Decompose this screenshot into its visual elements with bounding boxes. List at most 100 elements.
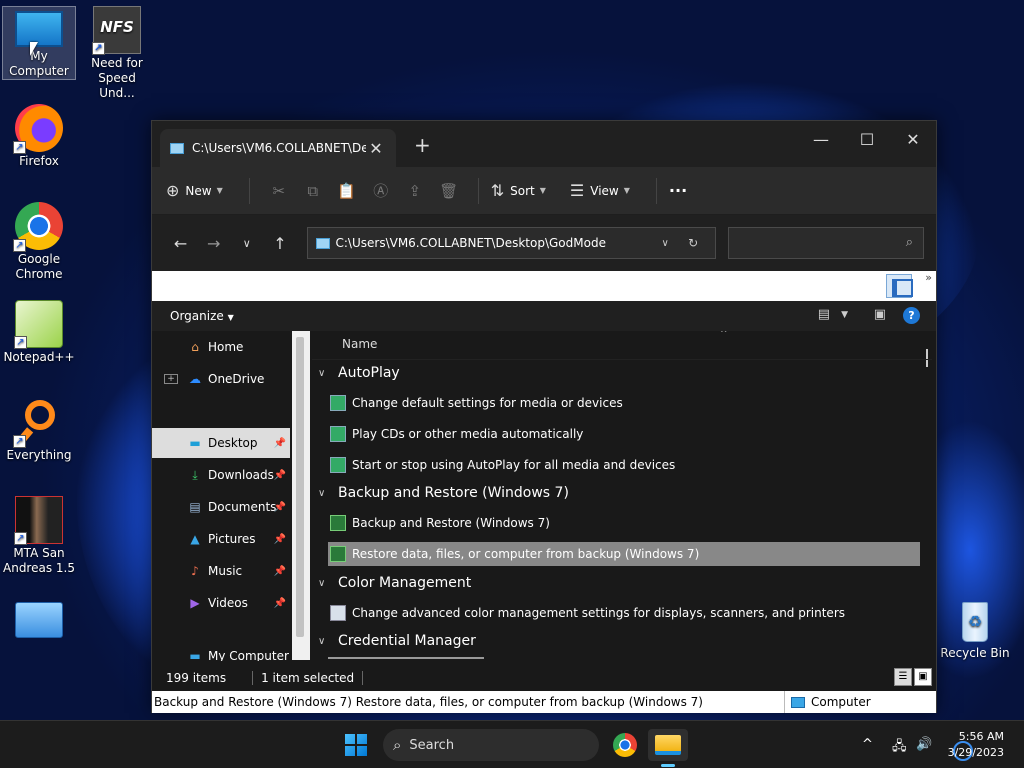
list-item[interactable]: Play CDs or other media automatically	[328, 422, 585, 446]
list-item-label: Start or stop using AutoPlay for all med…	[352, 458, 676, 472]
view-options-chevron-icon[interactable]: ▼	[841, 310, 848, 320]
desktop-icon-nfs[interactable]: NFS ↗ Need for Speed Und...	[80, 6, 154, 101]
scrollbar-thumb[interactable]	[296, 337, 304, 637]
show-hidden-icons-chevron-icon[interactable]: ^	[862, 737, 873, 752]
desktop-icon-notepadpp[interactable]: ↗ Notepad++	[2, 300, 76, 365]
desktop-icon-my-computer[interactable]: My Computer	[2, 6, 76, 80]
minimize-button[interactable]: —	[798, 125, 844, 155]
expand-icon[interactable]: +	[164, 374, 178, 384]
view-label: View	[590, 183, 619, 198]
clock-date: 3/29/2023	[947, 746, 1004, 759]
address-field[interactable]: C:\Users\VM6.COLLABNET\Desktop\GodMode ∨…	[306, 227, 717, 259]
address-dropdown-chevron-icon[interactable]: ∨	[651, 238, 679, 249]
chevron-right-double-icon[interactable]: »	[925, 271, 932, 284]
shortcut-arrow-icon: ↗	[14, 336, 27, 349]
forward-arrow-icon[interactable]: →	[197, 234, 230, 253]
nav-item-label: Music	[208, 564, 243, 578]
autoplay-icon	[330, 395, 346, 411]
address-text: C:\Users\VM6.COLLABNET\Desktop\GodMode	[335, 236, 606, 250]
preview-pane-toggle-icon[interactable]	[886, 274, 913, 298]
share-icon[interactable]: ⇪	[398, 182, 432, 200]
refresh-icon[interactable]: ↻	[679, 236, 707, 250]
list-item[interactable]: Change advanced color management setting…	[328, 601, 847, 625]
more-label: ···	[668, 181, 688, 200]
list-item-selected[interactable]: Restore data, files, or computer from ba…	[328, 542, 920, 566]
new-button[interactable]: ⊕ New ▼	[166, 181, 223, 200]
paste-icon[interactable]: 📋	[330, 182, 364, 200]
navigation-scrollbar[interactable]	[292, 331, 310, 660]
change-view-icon[interactable]: ▤	[818, 307, 830, 322]
desktop-icon-control-panel[interactable]	[2, 598, 76, 640]
desktop-icon-mta[interactable]: ↗ MTA San Andreas 1.5	[2, 496, 76, 576]
chevron-down-icon: ▼	[227, 313, 234, 322]
start-button[interactable]	[336, 729, 376, 761]
taskbar: ⌕ Search ^ 🖧 🔊 5:56 AM 3/29/2023	[0, 720, 1024, 768]
document-icon: ▤	[189, 500, 201, 514]
help-icon[interactable]: ?	[903, 307, 920, 324]
recent-locations-chevron-icon[interactable]: ∨	[230, 237, 263, 250]
close-window-button[interactable]: ✕	[890, 125, 936, 155]
picture-icon: ▲	[190, 532, 200, 546]
sort-button[interactable]: ⇅ Sort ▼	[491, 181, 546, 200]
search-box[interactable]: ⌕	[728, 227, 925, 259]
nav-item-home[interactable]: ⌂ Home	[152, 332, 290, 362]
plus-circle-icon: ⊕	[166, 181, 180, 200]
group-header-autoplay[interactable]: ∨ AutoPlay	[318, 365, 400, 381]
nav-item-pictures[interactable]: ▲ Pictures 📌	[152, 524, 290, 554]
nav-item-label: Pictures	[208, 532, 256, 546]
maximize-button[interactable]: ☐	[844, 125, 890, 155]
desktop-icon-everything[interactable]: ↗ Everything	[2, 398, 76, 463]
nav-item-videos[interactable]: ▶ Videos 📌	[152, 588, 290, 618]
rename-icon[interactable]: Ⓐ	[364, 180, 398, 201]
organize-menu[interactable]: Organize ▼	[170, 309, 234, 323]
organize-label: Organize	[170, 309, 224, 323]
video-icon: ▶	[190, 596, 200, 610]
close-tab-icon[interactable]: ✕	[366, 139, 386, 158]
toolbar-separator	[477, 177, 479, 204]
desktop-icon-recycle-bin[interactable]: ♻ Recycle Bin	[938, 596, 1012, 661]
taskbar-file-explorer[interactable]	[648, 729, 688, 767]
nav-item-my-computer[interactable]: ▬ My Computer	[152, 649, 290, 661]
nav-item-music[interactable]: ♪ Music 📌	[152, 556, 290, 586]
delete-icon[interactable]: 🗑	[432, 182, 466, 200]
clock-time: 5:56 AM	[958, 730, 1004, 743]
layout-toggle-group: ☰ ▣	[892, 668, 932, 686]
group-header-credential-manager[interactable]: ∨ Credential Manager	[318, 633, 476, 649]
system-clock[interactable]: 5:56 AM 3/29/2023	[948, 729, 1004, 761]
network-icon[interactable]: 🖧	[892, 737, 907, 759]
cut-icon[interactable]: ✂	[262, 182, 296, 200]
volume-icon[interactable]: 🔊	[916, 737, 932, 752]
group-header-color-management[interactable]: ∨ Color Management	[318, 575, 471, 591]
sort-icon: ⇅	[490, 181, 505, 200]
nav-item-documents[interactable]: ▤ Documents 📌	[152, 492, 290, 522]
list-item[interactable]: Change default settings for media or dev…	[328, 391, 625, 415]
list-item[interactable]: Backup and Restore (Windows 7)	[328, 511, 552, 535]
search-icon: ⌕	[393, 736, 402, 754]
navigation-pane: ⌂ Home + ☁ OneDrive ▬ Desktop 📌 ⤓ Downloads 📌 ▤…	[152, 331, 292, 661]
pin-icon: 📌	[273, 437, 286, 449]
taskbar-chrome[interactable]	[605, 729, 645, 761]
taskbar-search[interactable]: ⌕ Search	[383, 729, 973, 761]
nav-item-downloads[interactable]: ⤓ Downloads 📌	[152, 460, 290, 490]
search-input[interactable]	[729, 228, 900, 258]
copy-icon[interactable]: ⧉	[296, 182, 330, 200]
up-arrow-icon[interactable]: ↑	[263, 234, 296, 253]
details-view-icon[interactable]: ☰	[894, 668, 912, 686]
nav-item-desktop[interactable]: ▬ Desktop 📌	[152, 428, 290, 458]
content-scrollbar[interactable]	[926, 349, 928, 367]
column-header-name[interactable]: Name	[342, 337, 377, 351]
back-arrow-icon[interactable]: ←	[164, 234, 197, 253]
view-button[interactable]: ☰ View ▼	[570, 181, 630, 200]
desktop-icon-chrome[interactable]: ↗ Google Chrome	[2, 202, 76, 282]
tab-godmode[interactable]: C:\Users\VM6.COLLABNET\De ✕	[160, 129, 396, 167]
new-tab-button[interactable]: +	[414, 133, 431, 157]
nav-item-onedrive[interactable]: + ☁ OneDrive	[152, 364, 290, 394]
group-title: Backup and Restore (Windows 7)	[338, 485, 569, 501]
chevron-down-icon: ▼	[539, 186, 546, 195]
large-icons-view-icon[interactable]: ▣	[914, 668, 932, 686]
preview-pane-icon[interactable]: ▣	[874, 307, 886, 322]
list-item[interactable]: Start or stop using AutoPlay for all med…	[328, 453, 677, 477]
desktop-icon-firefox[interactable]: ↗ Firefox	[2, 104, 76, 169]
group-header-backup[interactable]: ∨ Backup and Restore (Windows 7)	[318, 485, 569, 501]
more-options-button[interactable]: ···	[669, 181, 687, 200]
